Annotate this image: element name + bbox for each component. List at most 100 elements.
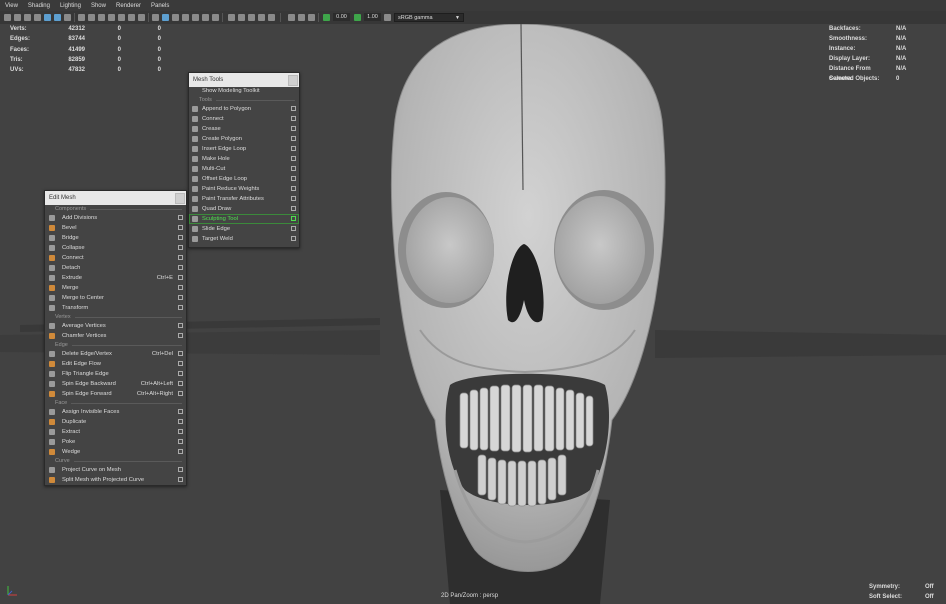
- shadows-icon[interactable]: [192, 14, 199, 21]
- mesh-tool-item[interactable]: Create Polygon: [189, 134, 299, 144]
- mesh-tool-item[interactable]: Insert Edge Loop: [189, 144, 299, 154]
- menu-shading[interactable]: Shading: [23, 3, 55, 9]
- safe-action-icon[interactable]: [118, 14, 125, 21]
- edit-mesh-item[interactable]: Merge to Center: [45, 293, 186, 303]
- xray-icon[interactable]: [202, 14, 209, 21]
- smooth-shade-icon[interactable]: [152, 14, 159, 21]
- grid-icon[interactable]: [64, 14, 71, 21]
- edit-mesh-item[interactable]: Project Curve on Mesh: [45, 465, 186, 475]
- edit-mesh-item[interactable]: Average Vertices: [45, 321, 186, 331]
- image-plane-icon[interactable]: [34, 14, 41, 21]
- option-box-icon[interactable]: [178, 295, 183, 300]
- resolution-gate-icon[interactable]: [88, 14, 95, 21]
- option-box-icon[interactable]: [178, 285, 183, 290]
- option-box-icon[interactable]: [178, 255, 183, 260]
- option-box-icon[interactable]: [178, 429, 183, 434]
- option-box-icon[interactable]: [291, 166, 296, 171]
- lighting-icon[interactable]: [182, 14, 189, 21]
- grease-pencil-icon[interactable]: [54, 14, 61, 21]
- edit-mesh-item[interactable]: Add Divisions: [45, 213, 186, 223]
- mesh-tool-item[interactable]: Paint Reduce Weights: [189, 184, 299, 194]
- option-box-icon[interactable]: [178, 467, 183, 472]
- safe-title-icon[interactable]: [128, 14, 135, 21]
- option-box-icon[interactable]: [178, 275, 183, 280]
- display-ao-icon[interactable]: [298, 14, 305, 21]
- color-management-icon[interactable]: [384, 14, 391, 21]
- option-box-icon[interactable]: [291, 146, 296, 151]
- edit-mesh-item[interactable]: Split Mesh with Projected Curve: [45, 475, 186, 485]
- display-hud-icon[interactable]: [308, 14, 315, 21]
- mesh-tools-title[interactable]: Mesh Tools: [189, 73, 299, 87]
- camera-attributes-icon[interactable]: [14, 14, 21, 21]
- option-box-icon[interactable]: [178, 381, 183, 386]
- edit-mesh-item[interactable]: Merge: [45, 283, 186, 293]
- option-box-icon[interactable]: [178, 439, 183, 444]
- edit-mesh-item[interactable]: Chamfer Vertices: [45, 331, 186, 341]
- show-modeling-toolkit[interactable]: Show Modeling Toolkit: [189, 87, 299, 96]
- exposure-field[interactable]: 0.00: [333, 13, 350, 21]
- mesh-tool-item[interactable]: Append to Polygon: [189, 104, 299, 114]
- option-box-icon[interactable]: [291, 186, 296, 191]
- option-box-icon[interactable]: [178, 333, 183, 338]
- edit-mesh-item[interactable]: Bevel: [45, 223, 186, 233]
- film-gate-icon[interactable]: [78, 14, 85, 21]
- motion-blur-icon[interactable]: [238, 14, 245, 21]
- mesh-tool-item[interactable]: Connect: [189, 114, 299, 124]
- edit-mesh-title[interactable]: Edit Mesh: [45, 191, 186, 205]
- close-icon[interactable]: [288, 75, 298, 86]
- edit-mesh-item[interactable]: Poke: [45, 437, 186, 447]
- option-box-icon[interactable]: [178, 245, 183, 250]
- wireframe-on-shaded-icon[interactable]: [162, 14, 169, 21]
- menu-renderer[interactable]: Renderer: [111, 3, 146, 9]
- gamma-field[interactable]: 1.00: [364, 13, 381, 21]
- option-box-icon[interactable]: [178, 235, 183, 240]
- option-box-icon[interactable]: [291, 126, 296, 131]
- textured-icon[interactable]: [172, 14, 179, 21]
- display-lights-icon[interactable]: [288, 14, 295, 21]
- option-box-icon[interactable]: [178, 391, 183, 396]
- option-box-icon[interactable]: [178, 361, 183, 366]
- mesh-tool-item[interactable]: Offset Edge Loop: [189, 174, 299, 184]
- close-icon[interactable]: [175, 193, 185, 204]
- menu-panels[interactable]: Panels: [146, 3, 174, 9]
- option-box-icon[interactable]: [178, 351, 183, 356]
- option-box-icon[interactable]: [178, 419, 183, 424]
- option-box-icon[interactable]: [178, 225, 183, 230]
- xray-joints-icon[interactable]: [212, 14, 219, 21]
- ambient-occlusion-icon[interactable]: [228, 14, 235, 21]
- edit-mesh-item[interactable]: Extract: [45, 427, 186, 437]
- edit-mesh-item[interactable]: Wedge: [45, 447, 186, 457]
- mesh-tool-item[interactable]: Crease: [189, 124, 299, 134]
- option-box-icon[interactable]: [291, 196, 296, 201]
- gate-mask-icon[interactable]: [98, 14, 105, 21]
- option-box-icon[interactable]: [291, 106, 296, 111]
- mesh-tool-item[interactable]: Multi-Cut: [189, 164, 299, 174]
- edit-mesh-item[interactable]: Detach: [45, 263, 186, 273]
- option-box-icon[interactable]: [178, 215, 183, 220]
- menu-view[interactable]: View: [0, 3, 23, 9]
- option-box-icon[interactable]: [178, 449, 183, 454]
- two-d-pan-zoom-icon[interactable]: [44, 14, 51, 21]
- option-box-icon[interactable]: [178, 409, 183, 414]
- option-box-icon[interactable]: [178, 265, 183, 270]
- option-box-icon[interactable]: [291, 206, 296, 211]
- option-box-icon[interactable]: [291, 176, 296, 181]
- mesh-tool-item[interactable]: Target Weld: [189, 234, 299, 244]
- exposure-icon[interactable]: [323, 14, 330, 21]
- depth-of-field-icon[interactable]: [258, 14, 265, 21]
- menu-lighting[interactable]: Lighting: [55, 3, 86, 9]
- isolate-select-icon[interactable]: [268, 14, 275, 21]
- bookmark-icon[interactable]: [24, 14, 31, 21]
- edit-mesh-item[interactable]: Collapse: [45, 243, 186, 253]
- edit-mesh-item[interactable]: Duplicate: [45, 417, 186, 427]
- edit-mesh-item[interactable]: Spin Edge Forward Ctrl+Alt+Right: [45, 389, 186, 399]
- option-box-icon[interactable]: [178, 305, 183, 310]
- option-box-icon[interactable]: [291, 226, 296, 231]
- field-chart-icon[interactable]: [108, 14, 115, 21]
- select-camera-icon[interactable]: [4, 14, 11, 21]
- edit-mesh-item[interactable]: Spin Edge Backward Ctrl+Alt+Left: [45, 379, 186, 389]
- edit-mesh-item[interactable]: Flip Triangle Edge: [45, 369, 186, 379]
- edit-mesh-item[interactable]: Bridge: [45, 233, 186, 243]
- wireframe-icon[interactable]: [138, 14, 145, 21]
- edit-mesh-item[interactable]: Connect: [45, 253, 186, 263]
